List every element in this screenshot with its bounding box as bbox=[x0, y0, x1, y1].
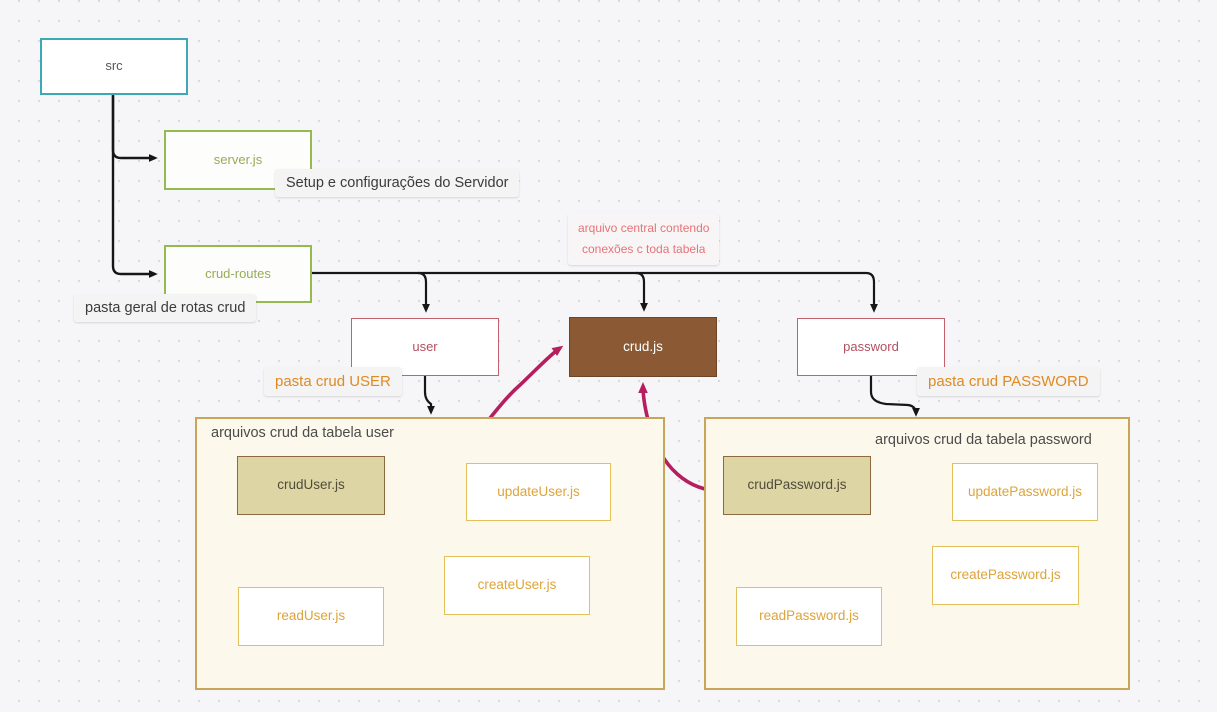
group-user-title: arquivos crud da tabela user bbox=[211, 425, 394, 441]
node-read-user-js[interactable]: readUser.js bbox=[238, 587, 384, 646]
group-password-title: arquivos crud da tabela password bbox=[875, 432, 1092, 448]
edge-password-to-group bbox=[869, 376, 920, 417]
diagram-canvas: arquivos crud da tabela user arquivos cr… bbox=[0, 0, 1217, 712]
callout-pasta-crud-password[interactable]: pasta crud PASSWORD bbox=[917, 367, 1100, 396]
edge-branch-password bbox=[865, 271, 879, 313]
callout-pasta-crud-user[interactable]: pasta crud USER bbox=[264, 367, 402, 396]
edge-user-to-group bbox=[423, 376, 436, 415]
callout-arquivo-central-line1: arquivo central contendo bbox=[578, 221, 710, 235]
node-src[interactable]: src bbox=[40, 38, 188, 95]
callout-arquivo-central[interactable]: arquivo central contendo conexões c toda… bbox=[568, 213, 720, 265]
edge-src-to-server bbox=[111, 95, 158, 162]
callout-pasta-geral-rotas[interactable]: pasta geral de rotas crud bbox=[74, 294, 257, 322]
callout-setup-servidor[interactable]: Setup e configurações do Servidor bbox=[275, 169, 520, 197]
node-update-password-js[interactable]: updatePassword.js bbox=[952, 463, 1098, 521]
node-crud-user-js[interactable]: crudUser.js bbox=[237, 456, 385, 515]
node-create-user-js[interactable]: createUser.js bbox=[444, 556, 590, 615]
node-crud-js[interactable]: crud.js bbox=[569, 317, 717, 377]
node-update-user-js[interactable]: updateUser.js bbox=[466, 463, 611, 521]
node-create-password-js[interactable]: createPassword.js bbox=[932, 546, 1079, 605]
node-read-password-js[interactable]: readPassword.js bbox=[736, 587, 882, 646]
edge-branch-user bbox=[417, 271, 431, 313]
edge-src-to-crud-routes bbox=[111, 95, 158, 278]
node-crud-password-js[interactable]: crudPassword.js bbox=[723, 456, 871, 515]
edge-branch-crudjs bbox=[635, 271, 649, 312]
callout-arquivo-central-line2: conexões c toda tabela bbox=[582, 242, 706, 256]
